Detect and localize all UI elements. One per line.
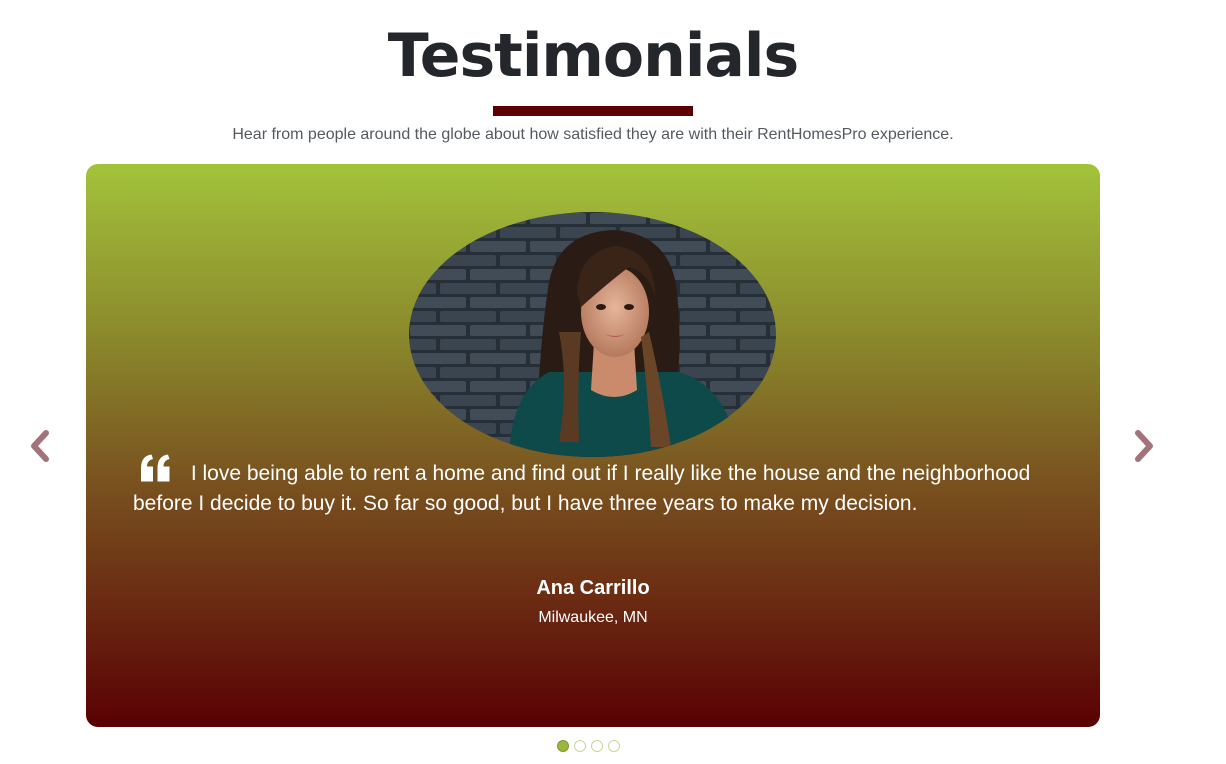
author-location: Milwaukee, MN: [538, 609, 648, 626]
carousel-dot-3[interactable]: [591, 740, 603, 752]
page-subtitle: Hear from people around the globe about …: [232, 126, 954, 143]
chevron-right-icon: [1135, 430, 1153, 462]
carousel-dot-2[interactable]: [574, 740, 586, 752]
carousel-dot-1[interactable]: [557, 740, 569, 752]
next-slide-button[interactable]: [1131, 428, 1157, 464]
quote-icon: [141, 454, 170, 482]
previous-slide-button[interactable]: [27, 428, 53, 464]
carousel-indicators: [557, 740, 620, 754]
testimonial-quote: I love being able to rent a home and fin…: [133, 454, 1053, 519]
quote-text: I love being able to rent a home and fin…: [133, 462, 1031, 515]
testimonial-card: I love being able to rent a home and fin…: [86, 164, 1100, 727]
page-title: Testimonials: [387, 21, 799, 91]
carousel-dot-4[interactable]: [608, 740, 620, 752]
author-name: Ana Carrillo: [536, 577, 650, 599]
testimonial-photo: [409, 212, 776, 457]
testimonials-page: Testimonials Hear from people around the…: [0, 0, 1226, 764]
chevron-left-icon: [31, 430, 49, 462]
title-underline: [493, 106, 693, 116]
